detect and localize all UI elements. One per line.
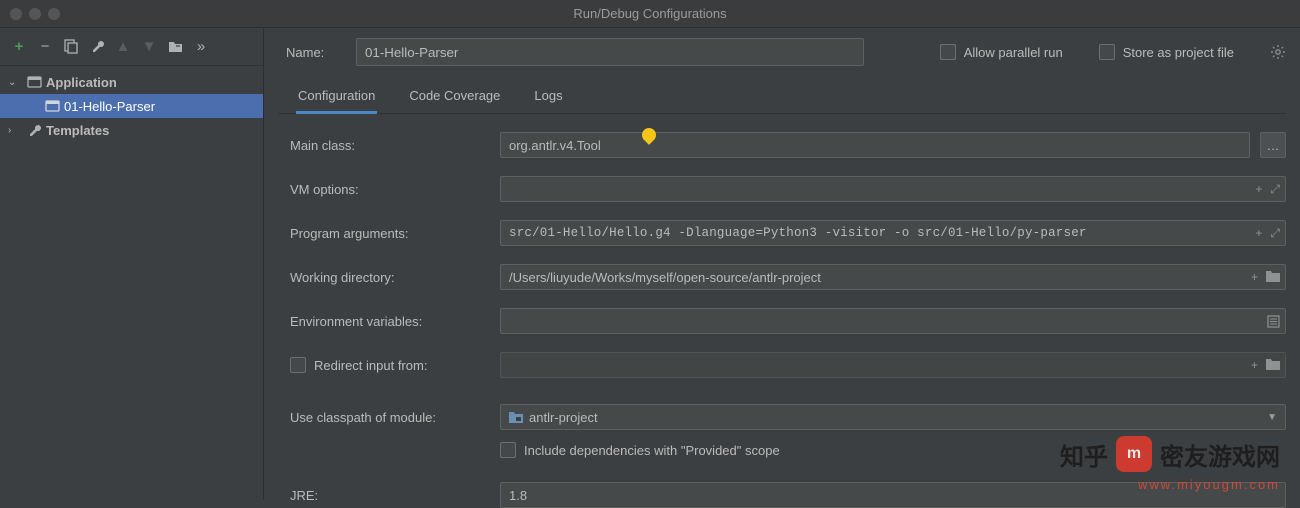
insert-macro-icon[interactable]: + [1255, 182, 1262, 197]
move-down-button[interactable]: ▼ [138, 36, 160, 58]
classpath-module-value: antlr-project [529, 410, 598, 425]
allow-parallel-label: Allow parallel run [964, 45, 1063, 60]
working-dir-input[interactable] [500, 264, 1286, 290]
tabs: Configuration Code Coverage Logs [278, 80, 1286, 114]
main-class-label: Main class: [290, 138, 500, 153]
expand-arrow-icon: ⌄ [8, 77, 22, 88]
name-input[interactable] [356, 38, 864, 66]
redirect-input-field[interactable] [500, 352, 1286, 378]
browse-main-class-button[interactable]: … [1260, 132, 1286, 158]
edit-list-icon[interactable] [1267, 315, 1280, 328]
gear-icon[interactable] [1270, 44, 1286, 60]
classpath-label: Use classpath of module: [290, 410, 500, 425]
tree-node-templates[interactable]: › Templates [0, 118, 263, 142]
main-class-input[interactable] [500, 132, 1250, 158]
jre-value: 1.8 [509, 488, 527, 503]
copy-icon [64, 39, 79, 54]
module-folder-icon [509, 411, 523, 423]
browse-folder-icon[interactable] [1266, 270, 1280, 284]
classpath-module-dropdown[interactable]: antlr-project ▼ [500, 404, 1286, 430]
vm-options-label: VM options: [290, 182, 500, 197]
expand-field-icon[interactable]: ⤢ [1270, 182, 1280, 197]
tree-label: Templates [46, 123, 109, 138]
watermark-site: 密友游戏网 [1160, 437, 1280, 472]
tree-label: 01-Hello-Parser [64, 99, 155, 114]
include-provided-label: Include dependencies with "Provided" sco… [524, 443, 780, 458]
close-dot[interactable] [10, 8, 22, 20]
redirect-input-label: Redirect input from: [314, 358, 427, 373]
checkbox-icon [1099, 44, 1115, 60]
browse-folder-icon[interactable] [1266, 358, 1280, 372]
remove-config-button[interactable]: − [34, 36, 56, 58]
more-toolbar-button[interactable]: » [190, 36, 212, 58]
insert-macro-icon[interactable]: + [1251, 358, 1258, 372]
store-project-checkbox[interactable]: Store as project file [1099, 44, 1234, 60]
env-vars-input[interactable] [500, 308, 1286, 334]
watermark: 知乎 m 密友游戏网 [1060, 436, 1280, 472]
chevron-down-icon: ▼ [1267, 412, 1277, 423]
sidebar: + − ▲ ▼ » ⌄ Application [0, 28, 264, 500]
tab-code-coverage[interactable]: Code Coverage [407, 80, 502, 113]
application-icon [26, 74, 42, 90]
window-controls[interactable] [10, 8, 60, 20]
working-dir-label: Working directory: [290, 270, 500, 285]
program-args-input[interactable] [500, 220, 1286, 246]
minimize-dot[interactable] [29, 8, 41, 20]
tree-node-application[interactable]: ⌄ Application [0, 70, 263, 94]
move-up-button[interactable]: ▲ [112, 36, 134, 58]
program-args-label: Program arguments: [290, 226, 500, 241]
checkbox-icon [940, 44, 956, 60]
add-config-button[interactable]: + [8, 36, 30, 58]
edit-templates-button[interactable] [86, 36, 108, 58]
tab-configuration[interactable]: Configuration [296, 80, 377, 113]
content-panel: Name: Allow parallel run Store as projec… [264, 28, 1300, 500]
allow-parallel-checkbox[interactable]: Allow parallel run [940, 44, 1063, 60]
sidebar-toolbar: + − ▲ ▼ » [0, 28, 263, 66]
folder-open-icon [168, 39, 183, 54]
window-title: Run/Debug Configurations [573, 6, 726, 21]
tab-logs[interactable]: Logs [532, 80, 564, 113]
collapse-arrow-icon: › [8, 125, 22, 136]
tree-node-hello-parser[interactable]: 01-Hello-Parser [0, 94, 263, 118]
tree-label: Application [46, 75, 117, 90]
application-icon [44, 98, 60, 114]
expand-field-icon[interactable]: ⤢ [1270, 226, 1280, 241]
save-temp-button[interactable] [164, 36, 186, 58]
wrench-icon [26, 122, 42, 138]
jre-label: JRE: [290, 488, 500, 503]
wrench-icon [90, 39, 105, 54]
window-titlebar: Run/Debug Configurations [0, 0, 1300, 28]
watermark-brand: 知乎 [1060, 437, 1108, 472]
env-vars-label: Environment variables: [290, 314, 500, 329]
copy-config-button[interactable] [60, 36, 82, 58]
redirect-input-checkbox[interactable] [290, 357, 306, 373]
watermark-logo-icon: m [1116, 436, 1152, 472]
insert-macro-icon[interactable]: + [1251, 270, 1258, 284]
include-provided-checkbox[interactable] [500, 442, 516, 458]
zoom-dot[interactable] [48, 8, 60, 20]
name-label: Name: [278, 45, 338, 60]
insert-macro-icon[interactable]: + [1255, 226, 1262, 241]
config-tree: ⌄ Application 01-Hello-Parser › Template… [0, 66, 263, 142]
watermark-url: www.miyougm.com [1138, 477, 1280, 492]
store-project-label: Store as project file [1123, 45, 1234, 60]
vm-options-input[interactable] [500, 176, 1286, 202]
